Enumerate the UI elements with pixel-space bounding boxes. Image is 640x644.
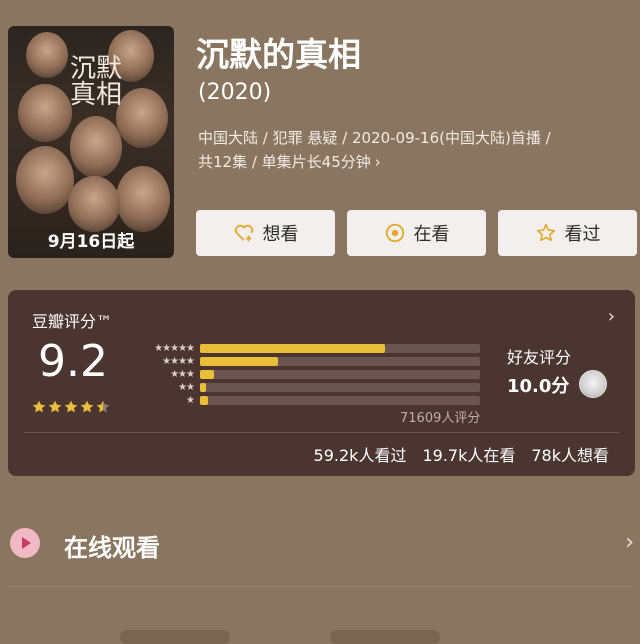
bar-track	[200, 370, 480, 379]
bar-fill	[200, 357, 279, 366]
rating-distribution: ★★★★★ ★★★★ ★★★ ★★ ★	[134, 342, 489, 407]
rating-bar-4: ★★★★	[134, 355, 489, 368]
bar-star-icons: ★★	[178, 382, 195, 393]
rating-label: 豆瓣评分™	[32, 312, 113, 331]
poster-title-art: 沉默真相	[70, 54, 123, 110]
star-icon	[48, 400, 62, 413]
poster-face	[116, 166, 170, 232]
friend-avatar[interactable]	[579, 370, 607, 398]
vote-count: 71609人评分	[400, 411, 481, 426]
poster-face	[26, 32, 68, 78]
stat-want[interactable]: 78k人想看	[531, 442, 609, 466]
poster-face	[70, 116, 122, 178]
rating-bar-5: ★★★★★	[134, 342, 489, 355]
bar-fill	[200, 383, 206, 392]
rating-stars	[32, 400, 110, 414]
meta-line-2-text: 共12集 / 单集片长45分钟	[198, 153, 371, 171]
divider	[24, 432, 619, 433]
online-watch-label: 在线观看	[64, 534, 160, 562]
play-icon	[10, 528, 40, 558]
friend-rating-score: 10.0分	[507, 376, 570, 397]
star-icon	[96, 400, 110, 413]
stat-watching[interactable]: 19.7k人在看	[422, 442, 515, 466]
bar-fill	[200, 396, 209, 405]
poster-date: 9月16日起	[47, 232, 135, 252]
rating-bar-2: ★★	[134, 381, 489, 394]
meta-line-2: 共12集 / 单集片长45分钟 ›	[198, 150, 630, 174]
bar-track	[200, 396, 480, 405]
bar-fill	[200, 344, 385, 353]
peek-item[interactable]	[120, 630, 230, 644]
circle-dot-icon	[384, 222, 406, 244]
heart-plus-icon	[233, 222, 255, 244]
meta-info[interactable]: 中国大陆 / 犯罪 悬疑 / 2020-09-16(中国大陆)首播 / 共12集…	[198, 126, 630, 174]
release-year: (2020)	[198, 80, 272, 105]
watched-button[interactable]: 看过	[498, 210, 637, 256]
divider	[8, 586, 632, 587]
want-to-watch-button[interactable]: 想看	[196, 210, 335, 256]
online-watch-row[interactable]: 在线观看 ›	[0, 510, 640, 580]
watching-label: 在看	[413, 224, 450, 245]
bar-star-icons: ★★★	[170, 369, 195, 380]
page-title: 沉默的真相	[196, 35, 361, 74]
stats: 59.2k人看过 19.7k人在看 78k人想看	[314, 442, 609, 466]
bar-track	[200, 383, 480, 392]
stat-watched[interactable]: 59.2k人看过	[314, 442, 407, 466]
chevron-right-icon[interactable]: ›	[625, 530, 634, 555]
rating-bar-3: ★★★	[134, 368, 489, 381]
peek-item[interactable]	[330, 630, 440, 644]
watched-label: 看过	[564, 224, 601, 245]
poster[interactable]: 沉默真相 9月16日起	[8, 26, 174, 258]
want-label: 想看	[262, 224, 299, 245]
poster-face	[18, 84, 72, 142]
bar-star-icons: ★	[186, 395, 195, 406]
poster-face	[16, 146, 74, 214]
friend-rating-label: 好友评分	[507, 348, 572, 367]
poster-face	[68, 176, 120, 232]
bar-star-icons: ★★★★★	[154, 343, 195, 354]
chevron-right-icon[interactable]: ›	[608, 306, 615, 327]
bar-fill	[200, 370, 214, 379]
meta-line-1: 中国大陆 / 犯罪 悬疑 / 2020-09-16(中国大陆)首播 /	[198, 129, 551, 147]
rating-score: 9.2	[38, 336, 108, 387]
watching-button[interactable]: 在看	[347, 210, 486, 256]
bar-track	[200, 357, 480, 366]
star-icon	[80, 400, 94, 413]
star-icon	[32, 400, 46, 413]
star-icon	[64, 400, 78, 413]
rating-bar-1: ★	[134, 394, 489, 407]
bar-track	[200, 344, 480, 353]
bar-star-icons: ★★★★	[162, 356, 195, 367]
rating-card[interactable]: 豆瓣评分™ › 9.2 ★★★★★ ★★★★ ★★★ ★★ ★ 71609人评分 好友评…	[8, 290, 635, 476]
chevron-right-icon[interactable]: ›	[375, 153, 381, 171]
star-outline-icon	[535, 222, 557, 244]
